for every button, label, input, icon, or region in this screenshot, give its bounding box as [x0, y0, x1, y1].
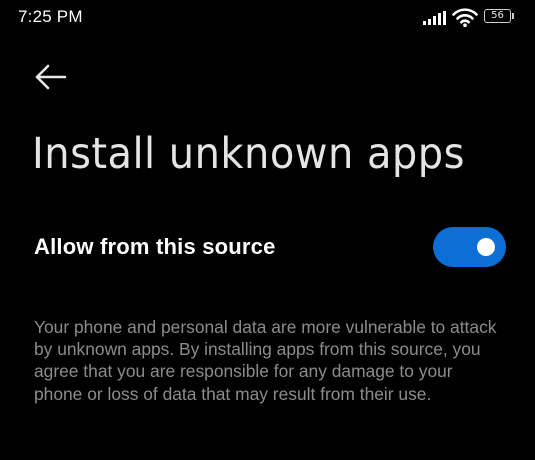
back-arrow-icon	[35, 64, 67, 90]
toggle-knob	[477, 238, 495, 256]
setting-label: Allow from this source	[34, 234, 276, 259]
status-bar: 7:25 PM 56	[0, 0, 535, 36]
allow-from-source-setting[interactable]: Allow from this source	[0, 220, 535, 276]
back-button[interactable]	[30, 58, 72, 98]
battery-icon: 56	[484, 9, 515, 25]
page-title: Install unknown apps	[32, 129, 465, 179]
battery-level: 56	[491, 10, 504, 21]
signal-icon	[423, 11, 446, 25]
status-time: 7:25 PM	[18, 7, 83, 26]
allow-toggle-switch[interactable]	[433, 227, 506, 267]
warning-description: Your phone and personal data are more vu…	[34, 317, 497, 404]
wifi-icon	[452, 8, 478, 27]
battery-tip	[512, 13, 514, 19]
